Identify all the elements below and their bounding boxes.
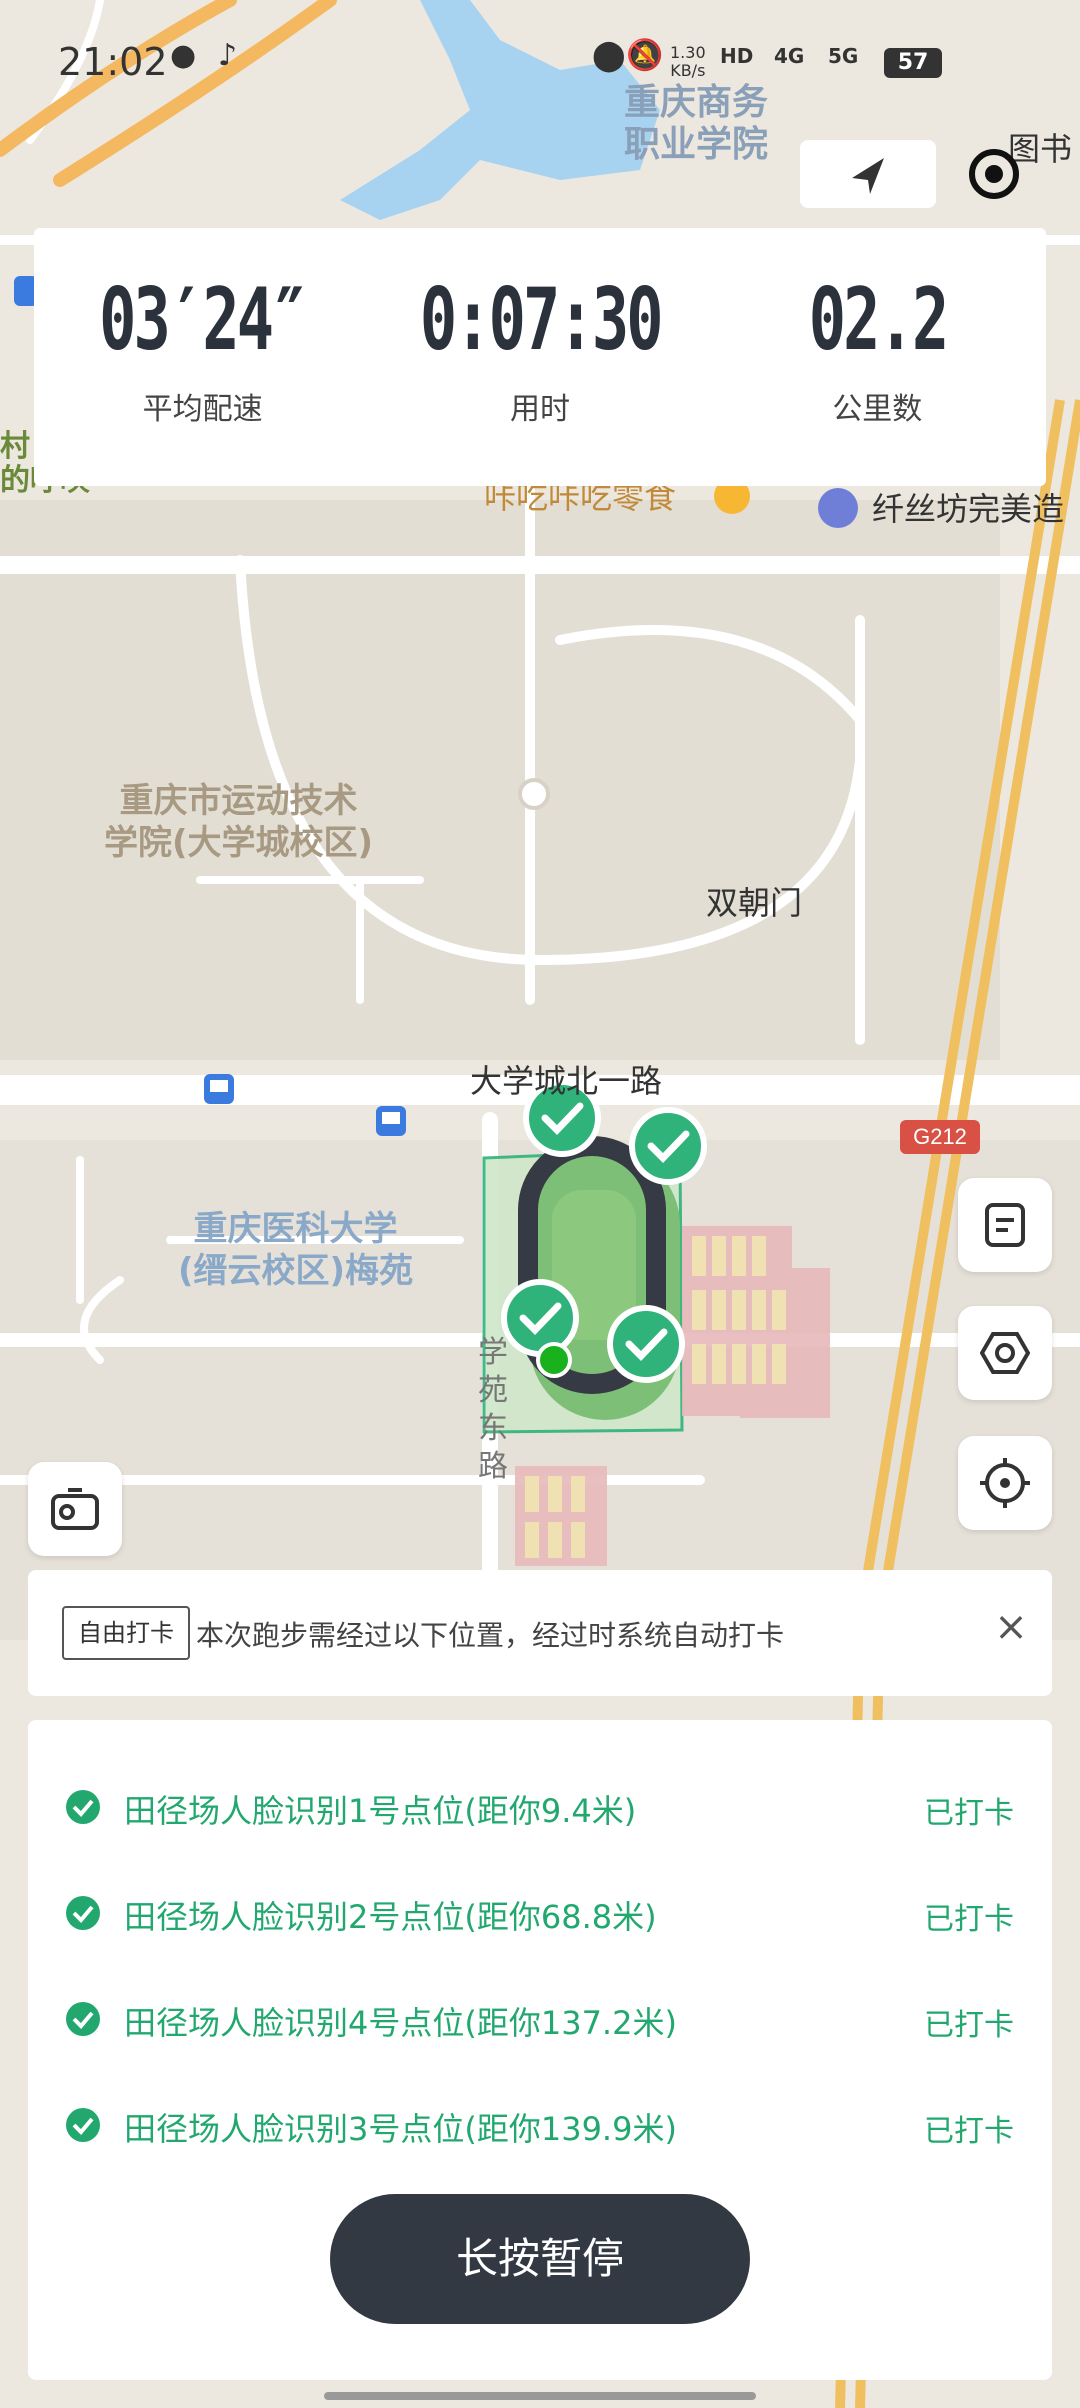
check-circle-icon: [66, 2108, 100, 2142]
wechat-icon: ●: [170, 38, 197, 73]
time-label: 用时: [509, 392, 570, 427]
close-icon[interactable]: ×: [986, 1604, 1036, 1650]
network-2: 5G: [828, 44, 859, 68]
checkpoint-marker[interactable]: [629, 1107, 707, 1185]
distance-value: 02.2: [808, 270, 949, 370]
checkpoint-marker[interactable]: [501, 1279, 579, 1357]
pace-label: 平均配速: [142, 392, 263, 427]
pause-button[interactable]: 长按暂停: [330, 2194, 750, 2324]
home-indicator[interactable]: [324, 2392, 756, 2400]
tiktok-icon: ♪: [218, 38, 238, 73]
run-stats-card: 03′24″ 平均配速 0:07:30 用时 02.2 公里数: [34, 228, 1046, 486]
pace-value: 03′24″: [99, 270, 308, 370]
checkpoint-name: 田径场人脸识别3号点位(距你139.9米): [124, 2110, 677, 2148]
salon-icon: [818, 488, 858, 528]
list-item: 田径场人脸识别1号点位(距你9.4米) 已打卡: [28, 1774, 1052, 1838]
crosshair-icon: [980, 1458, 1030, 1508]
checkpoint-marker[interactable]: [607, 1305, 685, 1383]
highway-label: G212: [913, 1124, 967, 1149]
location-pin-icon: ⬤: [592, 38, 626, 73]
locate-me-button[interactable]: [948, 140, 1040, 208]
hexagon-settings-icon: [980, 1332, 1030, 1374]
network-speed: 1.30 KB/s: [670, 43, 706, 80]
document-icon: [985, 1203, 1025, 1247]
distance-stat: 02.2 公里数: [709, 228, 1046, 486]
camera-button[interactable]: [28, 1462, 122, 1556]
navigation-button[interactable]: [800, 140, 936, 208]
bus-stop-icon: [204, 1074, 234, 1104]
checkpoint-name: 田径场人脸识别2号点位(距你68.8米): [124, 1898, 657, 1936]
list-item: 田径场人脸识别3号点位(距你139.9米) 已打卡: [28, 2092, 1052, 2156]
notice-text: 本次跑步需经过以下位置，经过时系统自动打卡: [196, 1619, 785, 1652]
checkpoint-name: 田径场人脸识别4号点位(距你137.2米): [124, 2004, 677, 2042]
current-location-dot: [536, 1342, 572, 1378]
map-label-salon: 纤丝坊完美造: [872, 490, 1065, 528]
list-item: 田径场人脸识别4号点位(距你137.2米) 已打卡: [28, 1986, 1052, 2050]
network-1: 4G: [774, 44, 805, 68]
checkin-notice: 自由打卡 本次跑步需经过以下位置，经过时系统自动打卡 ×: [28, 1570, 1052, 1696]
distance-label: 公里数: [832, 392, 923, 427]
time-stat: 0:07:30 用时: [371, 228, 708, 486]
checkpoint-status: 已打卡: [924, 2114, 1014, 2149]
record-list-button[interactable]: [958, 1178, 1052, 1272]
free-checkin-tag: 自由打卡: [62, 1606, 190, 1660]
status-bar: 21:02 ● ♪ ⬤ 🔕 1.30 KB/s HD 4G 5G 57: [0, 0, 1080, 120]
check-circle-icon: [66, 2002, 100, 2036]
status-time: 21:02: [58, 40, 168, 84]
list-item: 田径场人脸识别2号点位(距你68.8米) 已打卡: [28, 1880, 1052, 1944]
map-label-road-north: 大学城北一路: [470, 1062, 663, 1100]
check-circle-icon: [66, 1790, 100, 1824]
time-value: 0:07:30: [419, 270, 664, 370]
bus-stop-icon: [376, 1106, 406, 1136]
navigation-arrow-icon: [852, 158, 884, 194]
target-icon: [969, 149, 1019, 199]
settings-button[interactable]: [958, 1306, 1052, 1400]
map-label-medical-school: 重庆医科大学 (缙云校区)梅苑: [178, 1209, 414, 1291]
map-label-gate: 双朝门: [706, 884, 803, 922]
check-circle-icon: [66, 1896, 100, 1930]
camera-icon: [51, 1488, 99, 1530]
checkpoint-name: 田径场人脸识别1号点位(距你9.4米): [124, 1792, 637, 1830]
battery-indicator: 57: [884, 48, 942, 78]
hd-icon: HD: [720, 44, 754, 68]
map-label-sports-school: 重庆市运动技术 学院(大学城校区): [104, 781, 374, 863]
pace-stat: 03′24″ 平均配速: [34, 228, 371, 486]
map-label-road-east: 学苑东路: [478, 1335, 508, 1484]
recenter-button[interactable]: [958, 1436, 1052, 1530]
mute-bell-icon: 🔕: [626, 38, 664, 73]
